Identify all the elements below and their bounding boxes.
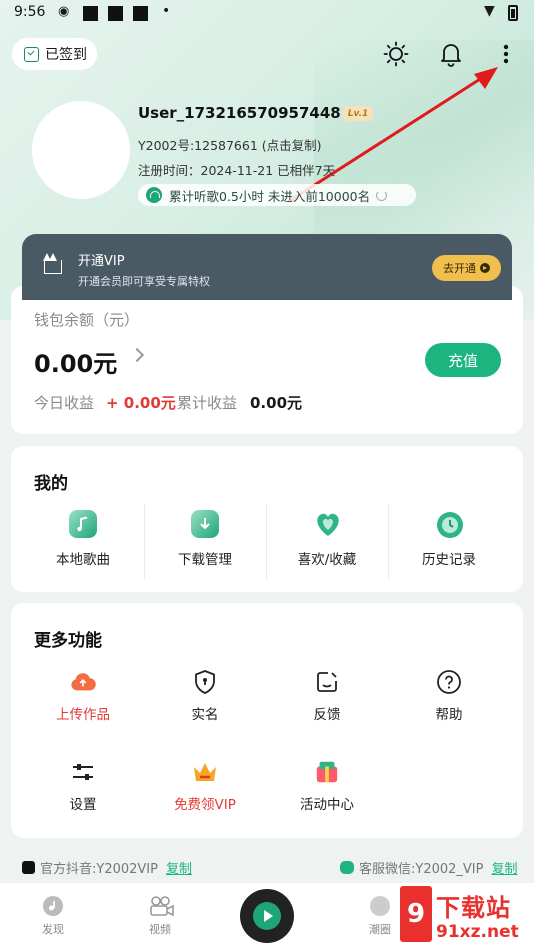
open-vip-label: 去开通: [443, 262, 476, 275]
mine-item-label: 喜欢/收藏: [297, 552, 357, 568]
feature-label: 反馈: [313, 707, 341, 723]
feedback-icon: [314, 669, 340, 695]
help-icon: [436, 669, 462, 695]
today-earnings-label: 今日收益: [34, 394, 95, 412]
gift-icon: [314, 759, 340, 785]
watermark-text: 下载站: [436, 894, 511, 922]
nav-label: 潮圈: [369, 923, 391, 936]
notification-icon: [83, 6, 98, 21]
douyin-contact: 官方抖音:Y2002VIP 复制: [22, 858, 192, 877]
mine-card: 我的 本地歌曲 下载管理 喜欢/收藏 历史记录: [11, 446, 523, 592]
today-earnings-value: + 0.00元: [106, 394, 176, 412]
circle-icon: [369, 895, 391, 917]
notification-icon: [108, 6, 123, 21]
nav-video[interactable]: 视频: [130, 895, 190, 937]
section-title-more: 更多功能: [34, 631, 102, 651]
feature-free-vip[interactable]: 免费领VIP: [155, 759, 255, 813]
avatar[interactable]: [32, 101, 130, 199]
feature-feedback[interactable]: 反馈: [277, 669, 377, 723]
play-button[interactable]: [240, 889, 294, 943]
wifi-icon: ▼: [484, 3, 495, 19]
wechat-text: 客服微信:Y2002_VIP: [359, 862, 484, 877]
feature-label: 设置: [69, 797, 97, 813]
feature-realname[interactable]: 实名: [155, 669, 255, 723]
crown-icon: [192, 759, 218, 785]
signin-button[interactable]: 已签到: [12, 38, 97, 70]
video-icon: [149, 895, 174, 917]
listen-stats-pill[interactable]: 累计听歌0.5小时 未进入前10000名: [138, 184, 416, 206]
username: User_173216570957448: [138, 104, 341, 122]
feature-label: 免费领VIP: [174, 797, 236, 813]
wallet-card: 钱包余额（元） 0.00元 充值 今日收益 + 0.00元 累计收益 0.00元: [11, 286, 523, 434]
vip-title: 开通VIP: [78, 254, 125, 269]
total-earnings-label: 累计收益: [177, 394, 238, 412]
open-vip-button[interactable]: 去开通: [432, 255, 501, 281]
watermark-domain: 91xz.net: [436, 922, 519, 942]
crown-icon: [43, 253, 62, 274]
feature-upload[interactable]: 上传作品: [33, 669, 133, 723]
play-icon: [253, 902, 281, 930]
mine-item-download[interactable]: 下载管理: [144, 510, 266, 568]
feature-label: 上传作品: [56, 707, 110, 723]
section-title-mine: 我的: [34, 474, 68, 494]
watermark-logo: 9: [400, 886, 432, 942]
feature-help[interactable]: 帮助: [399, 669, 499, 723]
chevron-right-icon[interactable]: [129, 347, 145, 363]
listen-stats-text: 累计听歌0.5小时 未进入前10000名: [169, 188, 371, 204]
weibo-icon: ◉: [58, 4, 70, 19]
headphones-icon: [146, 187, 162, 203]
heart-icon: [313, 510, 341, 538]
settings-sliders-icon: [70, 759, 96, 785]
user-id-copy[interactable]: Y2002号:12587661 (点击复制): [138, 135, 322, 154]
feature-label: 帮助: [435, 707, 463, 723]
refresh-icon: [376, 189, 388, 201]
nav-label: 发现: [42, 923, 64, 936]
copy-wechat-link[interactable]: 复制: [491, 858, 517, 877]
nav-discover[interactable]: 发现: [23, 895, 83, 937]
download-icon: [191, 510, 219, 538]
signin-label: 已签到: [45, 47, 87, 63]
mine-item-history[interactable]: 历史记录: [388, 510, 510, 568]
calendar-check-icon: [24, 46, 39, 62]
more-notifications-dot: •: [162, 3, 171, 19]
arrow-right-icon: [480, 263, 490, 273]
local-music-icon: [69, 510, 97, 538]
notification-icon: [133, 6, 148, 21]
wechat-icon: [340, 861, 354, 874]
mine-item-favorites[interactable]: 喜欢/收藏: [266, 510, 388, 568]
wechat-contact: 客服微信:Y2002_VIP 复制: [340, 858, 518, 877]
vip-subtitle: 开通会员即可享受专属特权: [78, 275, 210, 288]
douyin-icon: [22, 861, 35, 874]
status-time: 9:56: [14, 4, 46, 20]
shield-icon: [192, 669, 218, 695]
total-earnings-value: 0.00元: [250, 394, 303, 412]
mine-item-local[interactable]: 本地歌曲: [22, 510, 144, 568]
feature-settings[interactable]: 设置: [33, 759, 133, 813]
feature-label: 实名: [191, 707, 219, 723]
wallet-amount[interactable]: 0.00元: [34, 344, 117, 379]
wallet-label: 钱包余额（元）: [34, 311, 140, 329]
douyin-text: 官方抖音:Y2002VIP: [40, 862, 158, 877]
vip-banner[interactable]: 开通VIP 开通会员即可享受专属特权 去开通: [22, 234, 512, 300]
mine-item-label: 本地歌曲: [56, 552, 110, 568]
upload-cloud-icon: [70, 669, 96, 695]
site-watermark: 9 下载站 91xz.net: [400, 884, 534, 950]
feature-activity[interactable]: 活动中心: [277, 759, 377, 813]
battery-icon: [508, 5, 518, 21]
status-bar: 9:56 ◉ • ▼: [0, 0, 534, 28]
register-info: 注册时间：2024-11-21 已相伴7天: [138, 163, 336, 178]
feature-label: 活动中心: [300, 797, 354, 813]
level-badge: Lv.1: [343, 106, 373, 121]
nav-label: 视频: [149, 923, 171, 936]
discover-icon: [42, 895, 64, 917]
history-icon: [435, 510, 463, 538]
mine-item-label: 下载管理: [178, 552, 232, 568]
more-features-card: 更多功能 上传作品 实名 反馈 帮助 设置 免费领VIP 活动中心: [11, 603, 523, 838]
recharge-button[interactable]: 充值: [425, 343, 501, 377]
mine-item-label: 历史记录: [422, 552, 476, 568]
copy-douyin-link[interactable]: 复制: [166, 858, 192, 877]
